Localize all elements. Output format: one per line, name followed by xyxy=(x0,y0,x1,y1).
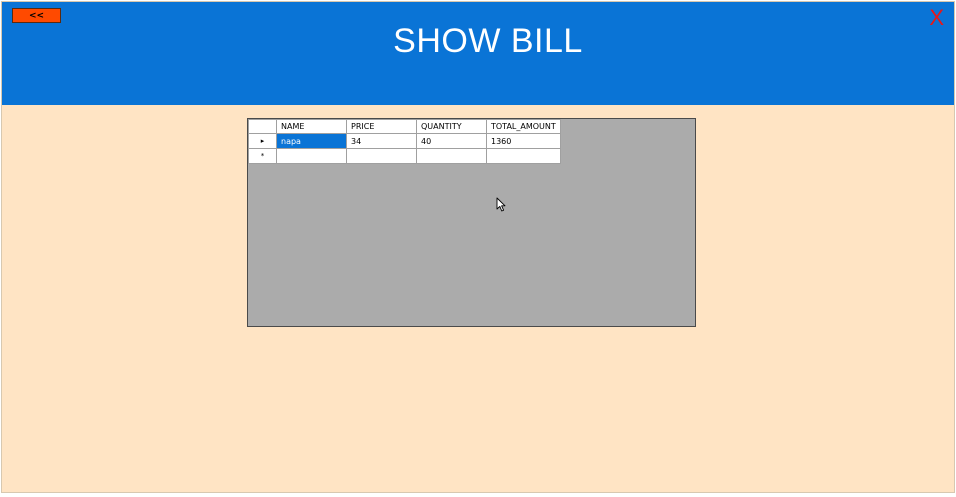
show-bill-window: << SHOW BILL X NAME PRICE QUANTITY TOTAL… xyxy=(1,1,955,493)
cell-total-amount-empty[interactable] xyxy=(486,148,561,164)
new-row-glyph: * xyxy=(260,152,265,160)
cell-price[interactable]: 34 xyxy=(346,133,417,149)
cell-name-empty[interactable] xyxy=(276,148,347,164)
column-header-quantity[interactable]: QUANTITY xyxy=(416,119,487,134)
header-bar: << SHOW BILL X xyxy=(2,2,954,105)
header-row: NAME PRICE QUANTITY TOTAL_AMOUNT xyxy=(248,119,561,134)
mouse-pointer-icon xyxy=(496,197,506,212)
table-row[interactable]: ▸ napa 34 40 1360 xyxy=(248,133,561,149)
new-row[interactable]: * xyxy=(248,148,561,164)
current-row-indicator-icon[interactable]: ▸ xyxy=(248,133,277,149)
close-button[interactable]: X xyxy=(929,5,944,31)
cell-price-empty[interactable] xyxy=(346,148,417,164)
column-header-price[interactable]: PRICE xyxy=(346,119,417,134)
new-row-indicator-icon[interactable]: * xyxy=(248,148,277,164)
cell-quantity-empty[interactable] xyxy=(416,148,487,164)
row-indicator-glyph: ▸ xyxy=(260,137,265,145)
bill-data-grid[interactable]: NAME PRICE QUANTITY TOTAL_AMOUNT ▸ napa … xyxy=(247,118,696,327)
column-header-name[interactable]: NAME xyxy=(276,119,347,134)
cell-quantity[interactable]: 40 xyxy=(416,133,487,149)
bill-table: NAME PRICE QUANTITY TOTAL_AMOUNT ▸ napa … xyxy=(248,119,561,164)
cell-total-amount[interactable]: 1360 xyxy=(486,133,561,149)
top-left-corner-cell[interactable] xyxy=(248,119,277,134)
cell-name[interactable]: napa xyxy=(276,133,347,149)
page-title: SHOW BILL xyxy=(393,22,583,60)
column-header-total-amount[interactable]: TOTAL_AMOUNT xyxy=(486,119,561,134)
